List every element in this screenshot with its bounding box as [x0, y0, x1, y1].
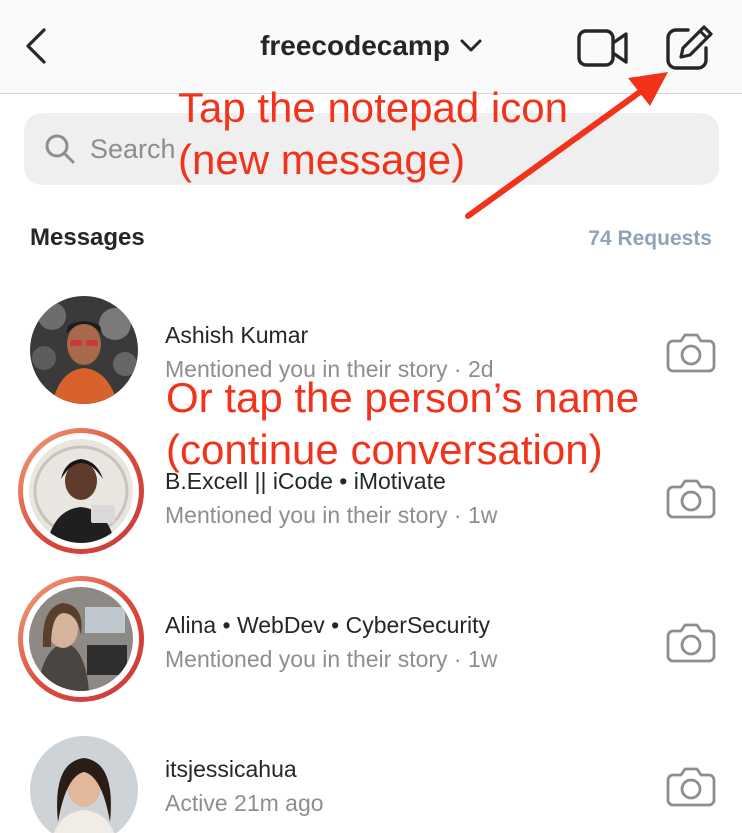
new-message-button[interactable] — [664, 24, 714, 72]
camera-button[interactable] — [666, 620, 716, 664]
video-call-button[interactable] — [576, 26, 630, 70]
search-placeholder: Search — [90, 133, 176, 164]
conversation-name[interactable]: Alina • WebDev • CyberSecurity — [165, 612, 490, 639]
conversation-row[interactable]: itsjessicahua Active 21m ago — [0, 724, 742, 833]
chevron-down-icon — [460, 39, 482, 52]
conversation-preview: Mentioned you in their story · 1w — [165, 646, 498, 672]
conversation-preview: Mentioned you in their story · 1w — [165, 502, 498, 528]
compose-notepad-icon — [666, 25, 713, 70]
conversation-preview: Active 21m ago — [165, 790, 324, 816]
conversation-row[interactable]: B.Excell || iCode • iMotivate Mentioned … — [0, 428, 742, 568]
avatar[interactable] — [18, 428, 144, 554]
conversation-name[interactable]: B.Excell || iCode • iMotivate — [165, 468, 446, 495]
conversation-name[interactable]: itsjessicahua — [165, 756, 297, 783]
avatar[interactable] — [18, 724, 144, 833]
conversation-row[interactable]: Ashish Kumar Mentioned you in their stor… — [0, 284, 742, 424]
conversation-preview: Mentioned you in their story · 2d — [165, 356, 494, 382]
requests-link[interactable]: 74 Requests — [588, 227, 712, 251]
camera-icon — [666, 333, 716, 373]
search-input[interactable]: Search — [24, 113, 719, 185]
header-bar: freecodecamp — [0, 0, 742, 94]
back-button[interactable] — [18, 22, 58, 70]
video-camera-icon — [577, 29, 628, 67]
avatar[interactable] — [18, 284, 144, 410]
camera-icon — [666, 623, 716, 663]
camera-icon — [666, 767, 716, 807]
avatar[interactable] — [18, 576, 144, 702]
conversation-row[interactable]: Alina • WebDev • CyberSecurity Mentioned… — [0, 576, 742, 716]
messages-heading: Messages — [30, 224, 145, 251]
search-icon — [45, 134, 75, 164]
camera-icon — [666, 479, 716, 519]
account-name: freecodecamp — [260, 30, 450, 61]
camera-button[interactable] — [666, 330, 716, 374]
camera-button[interactable] — [666, 764, 716, 808]
account-switcher[interactable]: freecodecamp — [260, 30, 482, 62]
camera-button[interactable] — [666, 476, 716, 520]
chevron-left-icon — [26, 28, 46, 64]
conversation-name[interactable]: Ashish Kumar — [165, 322, 308, 349]
